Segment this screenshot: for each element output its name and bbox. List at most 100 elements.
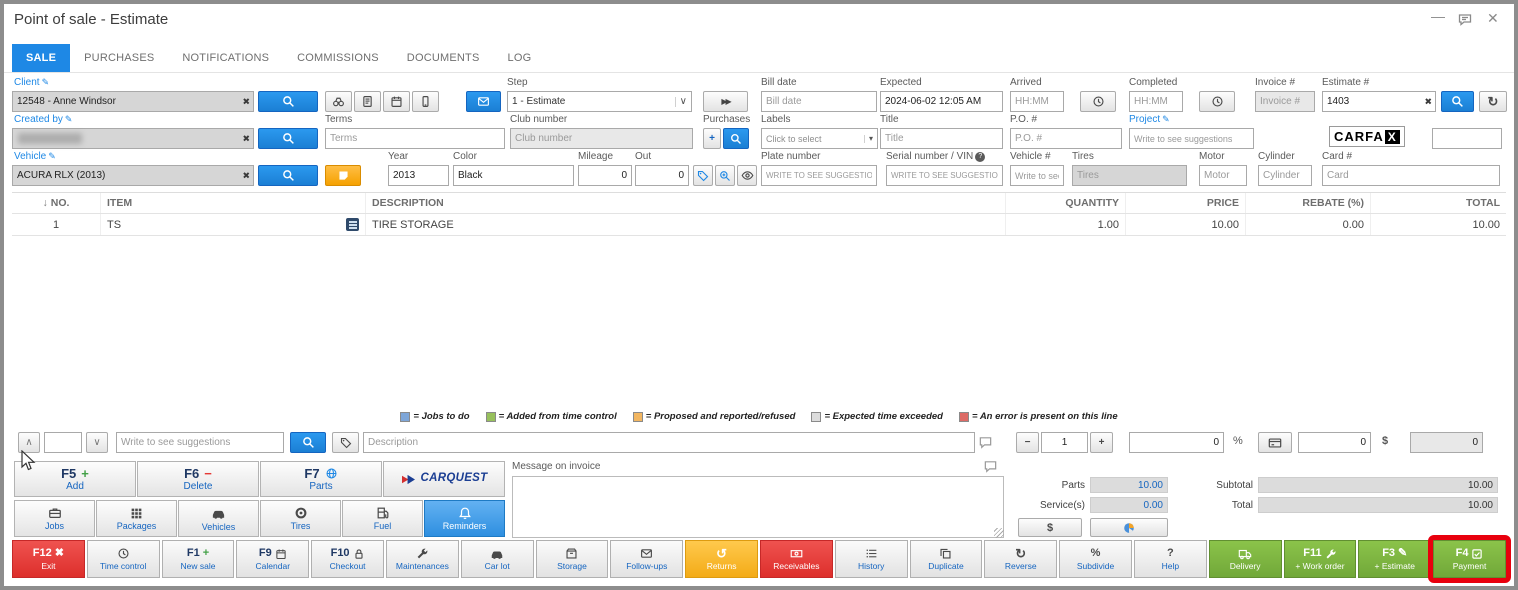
tab-commissions[interactable]: COMMISSIONS (283, 44, 393, 72)
created-by-search-button[interactable] (258, 128, 318, 149)
toolbar-subdivide-button[interactable]: %Subdivide (1059, 540, 1132, 578)
toolbar-maintenances-button[interactable]: Maintenances (386, 540, 459, 578)
item-search-button[interactable] (290, 432, 326, 453)
toolbar-calendar-button[interactable]: F9Calendar (236, 540, 309, 578)
message-comment-button[interactable] (983, 459, 998, 474)
delete-line-button[interactable]: F6− Delete (137, 461, 259, 497)
help-icon[interactable]: ? (975, 152, 985, 162)
toolbar-delivery-button[interactable]: Delivery (1209, 540, 1282, 578)
toolbar-exit-button[interactable]: F12✖Exit (12, 540, 85, 578)
vehicle-input[interactable] (12, 165, 254, 186)
item-code-input[interactable] (116, 432, 284, 453)
col-quantity[interactable]: QUANTITY (1005, 193, 1125, 213)
clear-created-by-icon[interactable]: ✖ (242, 134, 250, 143)
toolbar-duplicate-button[interactable]: Duplicate (910, 540, 983, 578)
toolbar-payment-button[interactable]: F4Payment (1433, 540, 1506, 578)
col-no[interactable]: ↓NO. (12, 193, 100, 213)
category-reminders-button[interactable]: Reminders (424, 500, 505, 537)
mileage-input[interactable] (578, 165, 632, 186)
toolbar-checkout-button[interactable]: F10Checkout (311, 540, 384, 578)
step-select[interactable]: 1 - Estimate ∨ (507, 91, 692, 112)
tab-documents[interactable]: DOCUMENTS (393, 44, 494, 72)
toolbar-follow-ups-button[interactable]: Follow-ups (610, 540, 683, 578)
invoice-message-textarea[interactable] (512, 476, 1004, 538)
line-down-button[interactable]: ∨ (86, 432, 108, 453)
rebate-input[interactable] (1298, 432, 1371, 453)
client-document-button[interactable] (354, 91, 381, 112)
category-tires-button[interactable]: Tires (260, 500, 341, 537)
close-button[interactable]: ✕ (1487, 10, 1499, 27)
created-by-input[interactable] (12, 128, 254, 149)
table-row[interactable]: 1 TS TIRE STORAGE 1.00 10.00 0.00 10.00 (12, 214, 1506, 236)
cylinder-input[interactable] (1258, 165, 1312, 186)
toolbar-returns-button[interactable]: ↺Returns (685, 540, 758, 578)
breakdown-pie-button[interactable] (1090, 518, 1168, 537)
line-comment-button[interactable] (978, 435, 993, 450)
toolbar-car-lot-button[interactable]: Car lot (461, 540, 534, 578)
expected-input[interactable] (880, 91, 1003, 112)
edit-created-by-icon[interactable]: ✎ (65, 114, 73, 124)
toolbar-history-button[interactable]: History (835, 540, 908, 578)
out-input[interactable] (635, 165, 689, 186)
item-note-icon[interactable] (346, 218, 359, 231)
toolbar-help-button[interactable]: ?Help (1134, 540, 1207, 578)
toolbar-reverse-button[interactable]: ↻Reverse (984, 540, 1057, 578)
chat-button[interactable] (1457, 12, 1473, 28)
line-number-input[interactable] (44, 432, 82, 453)
tab-log[interactable]: LOG (494, 44, 546, 72)
vehicle-view-button[interactable] (737, 165, 757, 186)
vehicle-search-button[interactable] (258, 165, 318, 186)
rebate-card-button[interactable] (1258, 432, 1292, 453)
tab-notifications[interactable]: NOTIFICATIONS (168, 44, 283, 72)
color-input[interactable] (453, 165, 574, 186)
club-number-input[interactable] (510, 128, 693, 149)
client-search-button[interactable] (258, 91, 318, 112)
client-appointment-button[interactable] (383, 91, 410, 112)
project-input[interactable] (1129, 128, 1254, 149)
clear-estimate-icon[interactable]: ✖ (1424, 97, 1432, 106)
parts-button[interactable]: F7 Parts (260, 461, 382, 497)
col-description[interactable]: DESCRIPTION (365, 193, 1005, 213)
vehicle-tag-button[interactable] (693, 165, 713, 186)
completed-clock-button[interactable] (1199, 91, 1235, 112)
currency-button[interactable]: $ (1018, 518, 1082, 537)
motor-input[interactable] (1199, 165, 1247, 186)
edit-client-icon[interactable]: ✎ (42, 77, 50, 87)
minimize-button[interactable]: — (1431, 8, 1445, 24)
toolbar-estimate-button[interactable]: F3✎+ Estimate (1358, 540, 1431, 578)
edit-project-icon[interactable]: ✎ (1162, 114, 1170, 124)
carfax-side-input[interactable] (1432, 128, 1502, 149)
vehicle-zoom-button[interactable] (715, 165, 735, 186)
clear-client-icon[interactable]: ✖ (242, 97, 250, 106)
col-price[interactable]: PRICE (1125, 193, 1245, 213)
terms-input[interactable] (325, 128, 505, 149)
category-packages-button[interactable]: Packages (96, 500, 177, 537)
toolbar-receivables-button[interactable]: Receivables (760, 540, 833, 578)
completed-input[interactable] (1129, 91, 1183, 112)
dollar-button[interactable]: $ (1382, 435, 1388, 447)
year-input[interactable] (388, 165, 449, 186)
toolbar-time-control-button[interactable]: Time control (87, 540, 160, 578)
quantity-plus-button[interactable]: + (1090, 432, 1113, 453)
carquest-button[interactable]: CARQUEST (383, 461, 505, 497)
category-vehicles-button[interactable]: Vehicles (178, 500, 259, 537)
col-item[interactable]: ITEM (100, 193, 365, 213)
next-step-button[interactable]: ▶▶ (703, 91, 748, 112)
arrived-clock-button[interactable] (1080, 91, 1116, 112)
quantity-input[interactable] (1041, 432, 1088, 453)
col-rebate[interactable]: REBATE (%) (1245, 193, 1370, 213)
estimate-no-input[interactable] (1322, 91, 1436, 112)
col-total[interactable]: TOTAL (1370, 193, 1506, 213)
description-input[interactable] (363, 432, 975, 453)
item-tag-button[interactable] (332, 432, 359, 453)
category-jobs-button[interactable]: Jobs (14, 500, 95, 537)
clear-vehicle-icon[interactable]: ✖ (242, 171, 250, 180)
category-fuel-button[interactable]: Fuel (342, 500, 423, 537)
client-history-button[interactable] (325, 91, 352, 112)
price-input[interactable] (1129, 432, 1224, 453)
vin-input[interactable] (886, 165, 1003, 186)
purchases-search-button[interactable] (723, 128, 749, 149)
vehicle-no-input[interactable] (1010, 165, 1064, 186)
po-no-input[interactable] (1010, 128, 1122, 149)
purchases-add-button[interactable]: + (703, 128, 721, 149)
